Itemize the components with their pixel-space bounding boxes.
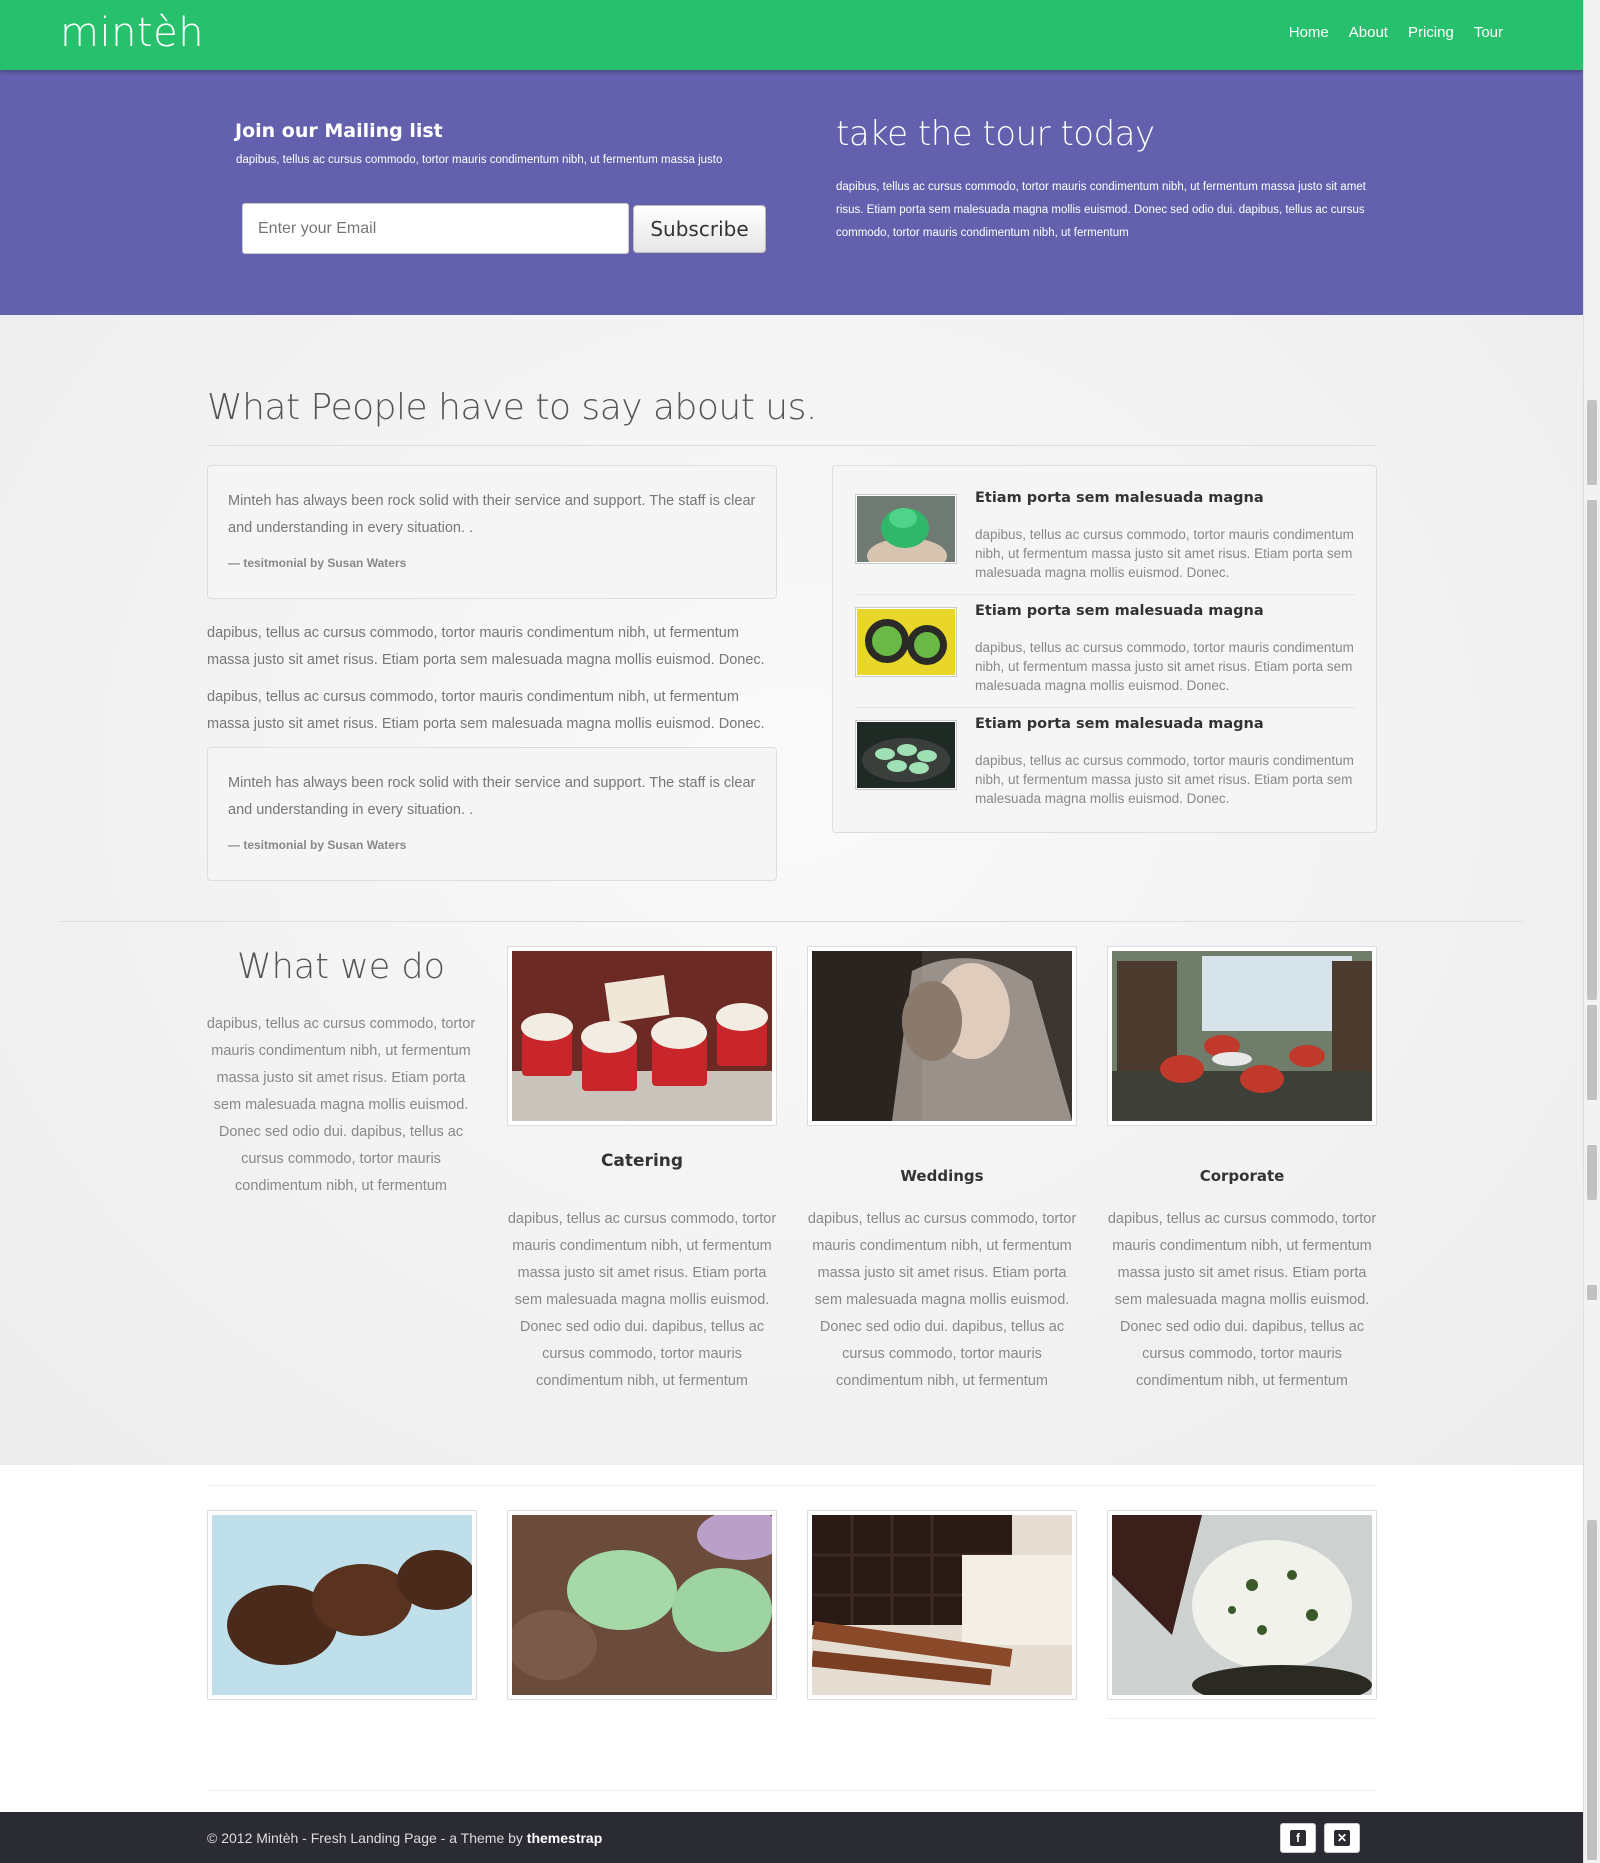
footer-divider [207,1790,1377,1791]
media-thumbnail[interactable] [855,494,957,564]
media-item: Etiam porta sem malesuada magna dapibus,… [855,712,1355,822]
quote-author: — tesitmonial by Susan Waters [228,556,407,570]
service-text: dapibus, tellus ac cursus commodo, torto… [807,1211,1077,1389]
testimonial-quote: Minteh has always been rock solid with t… [207,465,777,599]
media-heading: Etiam porta sem malesuada magna [975,716,1264,732]
service-title: Weddings [900,1167,984,1185]
testimonial-paragraph: dapibus, tellus ac cursus commodo, torto… [207,625,765,668]
email-input[interactable] [242,203,629,254]
gallery-image[interactable] [207,1510,477,1700]
facebook-button[interactable]: f [1280,1823,1316,1853]
service-text: dapibus, tellus ac cursus commodo, torto… [507,1211,777,1389]
service-title: Catering [600,1151,684,1171]
scrollbar-thumb[interactable] [1587,1005,1597,1100]
dessert-scoop-image [1112,1515,1372,1699]
media-thumbnail[interactable] [855,607,957,677]
twitter-button[interactable]: ✕ [1324,1823,1360,1853]
media-thumbnail[interactable] [855,720,957,790]
chocolate-cinnamon-image [811,1515,1072,1695]
mailing-list-title: Join our Mailing list [235,120,443,142]
testimonials-title: What People have to say about us. [207,387,817,428]
page: mintèh Home About Pricing Tour Join our … [0,0,1583,1863]
quote-text: Minteh has always been rock solid with t… [228,775,756,818]
nav-tour-link[interactable]: Tour [1474,24,1503,41]
media-divider [855,707,1355,708]
office-lounge-image [1112,951,1372,1121]
quote-author: — tesitmonial by Susan Waters [228,838,407,852]
weddings-image[interactable] [807,946,1077,1126]
what-we-do-text: dapibus, tellus ac cursus commodo, torto… [206,1016,476,1194]
gallery-image[interactable] [507,1510,777,1700]
media-list: Etiam porta sem malesuada magna dapibus,… [832,465,1377,833]
gallery-divider [1107,1718,1377,1719]
media-heading: Etiam porta sem malesuada magna [975,490,1264,506]
page-scrollbar[interactable] [1583,0,1600,1863]
quote-text: Minteh has always been rock solid with t… [228,493,756,536]
scrollbar-thumb[interactable] [1587,1285,1597,1300]
media-text: dapibus, tellus ac cursus commodo, torto… [975,640,1354,693]
cupcake-thumbnail-image [857,496,955,563]
what-we-do-title: What we do [236,947,445,987]
gallery-image[interactable] [807,1510,1077,1700]
brand-logo[interactable]: mintèh [60,10,204,56]
scrollbar-thumb[interactable] [1587,1145,1597,1200]
scrollbar-thumb[interactable] [1587,500,1597,1000]
media-text: dapibus, tellus ac cursus commodo, torto… [975,527,1354,580]
main-nav: Home About Pricing Tour [1289,24,1503,41]
tour-text: dapibus, tellus ac cursus commodo, torto… [836,181,1366,239]
testimonial-paragraph: dapibus, tellus ac cursus commodo, torto… [207,689,765,732]
green-cupcakes-image [508,1511,776,1695]
scrollbar-thumb[interactable] [1587,400,1597,485]
cupcakes-image [512,951,772,1121]
mailing-list-subtitle: dapibus, tellus ac cursus commodo, torto… [236,154,723,166]
section-divider [207,445,1377,446]
media-divider [855,594,1355,595]
media-heading: Etiam porta sem malesuada magna [975,603,1264,619]
media-text: dapibus, tellus ac cursus commodo, torto… [975,753,1354,806]
catering-image[interactable] [507,946,777,1126]
corporate-image[interactable] [1107,946,1377,1126]
testimonial-quote: Minteh has always been rock solid with t… [207,747,777,881]
themestrap-link[interactable]: themestrap [527,1830,602,1846]
gallery-image[interactable] [1107,1510,1377,1700]
facebook-icon: f [1290,1830,1306,1846]
testimonials-section: What People have to say about us. Minteh… [0,315,1583,1465]
heart-cookies-thumbnail-image [857,609,955,675]
scrollbar-thumb[interactable] [1587,1520,1597,1860]
service-text: dapibus, tellus ac cursus commodo, torto… [1107,1211,1377,1389]
tour-title: take the tour today [836,114,1155,154]
chocolate-cookies-image [212,1515,476,1695]
nav-home-link[interactable]: Home [1289,24,1329,41]
copyright-text: © 2012 Mintèh - Fresh Landing Page - a T… [207,1830,602,1846]
macarons-thumbnail-image [857,722,955,788]
top-navbar: mintèh Home About Pricing Tour [0,0,1583,70]
hero-section: Join our Mailing list dapibus, tellus ac… [0,70,1583,315]
gallery-divider [207,1485,1377,1486]
media-item: Etiam porta sem malesuada magna dapibus,… [855,599,1355,709]
footer: © 2012 Mintèh - Fresh Landing Page - a T… [0,1812,1583,1863]
twitter-icon: ✕ [1334,1830,1350,1846]
subscribe-button[interactable]: Subscribe [633,205,766,253]
nav-about-link[interactable]: About [1349,24,1388,41]
service-title: Corporate [1199,1167,1285,1185]
section-divider [60,921,1523,922]
wedding-couple-image [812,951,1072,1121]
media-item: Etiam porta sem malesuada magna dapibus,… [855,486,1355,596]
nav-pricing-link[interactable]: Pricing [1408,24,1454,41]
copyright-prefix: © 2012 Mintèh - Fresh Landing Page - a T… [207,1830,527,1846]
